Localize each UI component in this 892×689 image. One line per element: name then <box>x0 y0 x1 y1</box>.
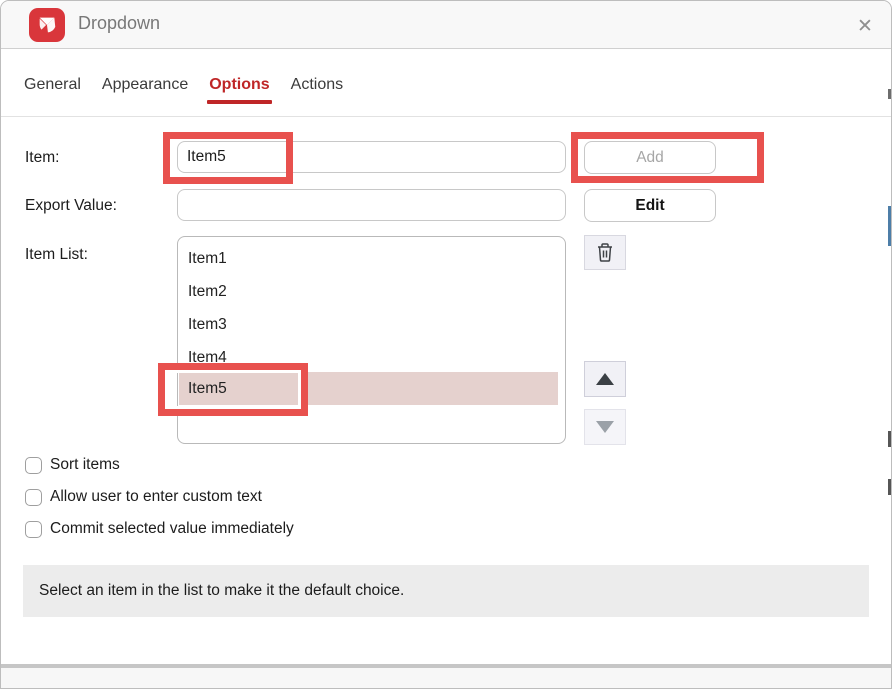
info-bar: Select an item in the list to make it th… <box>23 565 869 617</box>
list-item[interactable]: Item3 <box>179 308 558 341</box>
tab-actions[interactable]: Actions <box>291 76 343 116</box>
allow-custom-text-label: Allow user to enter custom text <box>50 488 262 506</box>
move-item-down-button[interactable] <box>584 409 626 445</box>
item-label: Item: <box>25 149 59 167</box>
title-bar: Dropdown ✕ <box>1 1 891 49</box>
tab-general-label: General <box>24 76 81 93</box>
tab-actions-label: Actions <box>291 76 343 93</box>
allow-custom-text-checkbox[interactable] <box>25 489 42 506</box>
sort-items-row: Sort items <box>25 456 120 474</box>
edge-mark <box>888 479 891 495</box>
commit-immediately-checkbox[interactable] <box>25 521 42 538</box>
commit-immediately-label: Commit selected value immediately <box>50 520 294 538</box>
arrow-up-icon <box>596 373 614 385</box>
active-tab-underline <box>207 100 271 104</box>
trash-icon <box>596 242 614 263</box>
right-edge-artifact <box>888 1 891 688</box>
item-input[interactable]: Item5 <box>177 141 566 173</box>
edge-mark <box>888 89 891 99</box>
move-item-up-button[interactable] <box>584 361 626 397</box>
delete-item-button[interactable] <box>584 235 626 270</box>
allow-custom-text-row: Allow user to enter custom text <box>25 488 262 506</box>
dropdown-properties-dialog: Dropdown ✕ General Appearance Options Ac… <box>0 0 892 689</box>
edge-blue-mark <box>888 206 891 246</box>
list-item[interactable]: Item1 <box>179 242 558 275</box>
export-value-label: Export Value: <box>25 197 117 215</box>
item-listbox[interactable]: Item1 Item2 Item3 Item4 Item5 <box>177 236 566 444</box>
item-input-value: Item5 <box>187 148 226 166</box>
sort-items-checkbox[interactable] <box>25 457 42 474</box>
list-item-label: Item4 <box>188 349 227 367</box>
info-text: Select an item in the list to make it th… <box>39 582 404 600</box>
list-item-label: Item5 <box>188 380 227 398</box>
acrobat-logo-icon <box>29 8 65 42</box>
list-item[interactable]: Item2 <box>179 275 558 308</box>
export-value-input[interactable] <box>177 189 566 221</box>
add-button[interactable]: Add <box>584 141 716 174</box>
window-title: Dropdown <box>78 13 160 34</box>
list-item-label: Item2 <box>188 283 227 301</box>
tab-options[interactable]: Options <box>209 76 269 116</box>
edit-button[interactable]: Edit <box>584 189 716 222</box>
item-list-label: Item List: <box>25 246 88 264</box>
tab-general[interactable]: General <box>24 76 81 116</box>
tab-bar: General Appearance Options Actions <box>1 50 891 117</box>
sort-items-label: Sort items <box>50 456 120 474</box>
add-button-label: Add <box>636 149 664 167</box>
edge-mark <box>888 431 891 447</box>
list-item-selected[interactable]: Item5 <box>179 372 558 405</box>
tab-appearance[interactable]: Appearance <box>102 76 188 116</box>
list-item-label: Item3 <box>188 316 227 334</box>
close-icon[interactable]: ✕ <box>852 13 878 39</box>
footer-bar <box>1 668 891 689</box>
edit-button-label: Edit <box>635 197 664 215</box>
arrow-down-icon <box>596 421 614 433</box>
list-item[interactable]: Item4 <box>179 341 558 374</box>
tab-appearance-label: Appearance <box>102 76 188 93</box>
commit-immediately-row: Commit selected value immediately <box>25 520 294 538</box>
tab-options-label: Options <box>209 76 269 93</box>
list-item-label: Item1 <box>188 250 227 268</box>
